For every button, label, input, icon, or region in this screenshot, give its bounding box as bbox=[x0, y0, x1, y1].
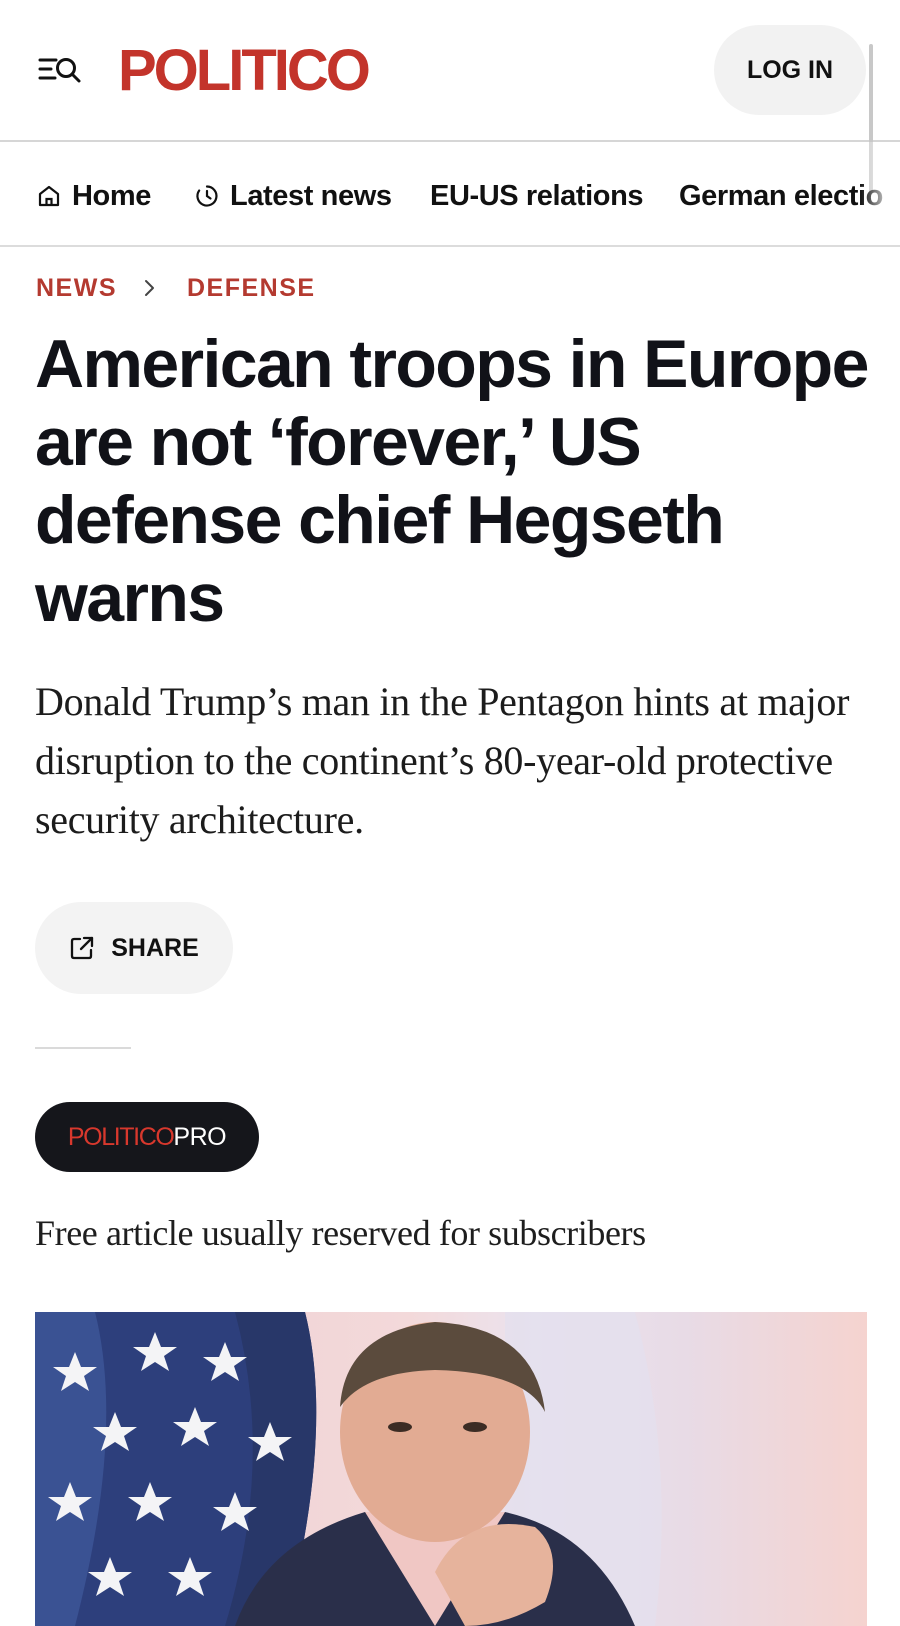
article-headline: American troops in Europe are not ‘forev… bbox=[35, 326, 869, 636]
nav-item-label: German electio bbox=[679, 180, 883, 212]
hero-photo bbox=[35, 1312, 867, 1626]
menu-search-icon bbox=[38, 58, 81, 83]
nav-item-label: Latest news bbox=[230, 180, 392, 212]
nav-item-eu-us-relations[interactable]: EU-US relations bbox=[430, 176, 644, 216]
free-article-note: Free article usually reserved for subscr… bbox=[35, 1213, 646, 1253]
nav-fade bbox=[860, 142, 900, 245]
chevron-right-icon bbox=[143, 278, 157, 298]
share-icon bbox=[71, 936, 94, 960]
share-button[interactable]: SHARE bbox=[35, 902, 233, 994]
menu-search-button[interactable] bbox=[38, 50, 84, 90]
nav-item-label: EU-US relations bbox=[430, 180, 644, 212]
politico-pro-badge: POLITICO PRO bbox=[35, 1102, 259, 1172]
nav-item-label: Home bbox=[72, 180, 151, 212]
top-header: POLITICO LOG IN bbox=[0, 0, 900, 194]
breadcrumb-news[interactable]: NEWS bbox=[36, 274, 117, 303]
home-icon bbox=[38, 185, 60, 207]
pro-badge-politico: POLITICO bbox=[67, 1122, 175, 1151]
article-hero-image bbox=[35, 1312, 867, 1626]
clock-icon bbox=[196, 185, 218, 207]
nav-item-latest-news[interactable]: Latest news bbox=[194, 176, 392, 216]
article-dek: Donald Trump’s man in the Pentagon hints… bbox=[35, 679, 850, 842]
section-nav: Home Latest news EU-US relations German … bbox=[0, 142, 900, 247]
breadcrumb: NEWS DEFENSE bbox=[36, 270, 316, 306]
pro-badge-pro: PRO bbox=[173, 1122, 227, 1151]
divider bbox=[35, 1047, 131, 1049]
breadcrumb-defense[interactable]: DEFENSE bbox=[187, 274, 316, 303]
nav-item-german-election[interactable]: German electio bbox=[679, 176, 883, 216]
login-button[interactable]: LOG IN bbox=[714, 25, 866, 115]
share-label: SHARE bbox=[111, 933, 199, 962]
politico-logo[interactable]: POLITICO bbox=[118, 36, 371, 106]
nav-item-home[interactable]: Home bbox=[36, 176, 151, 216]
